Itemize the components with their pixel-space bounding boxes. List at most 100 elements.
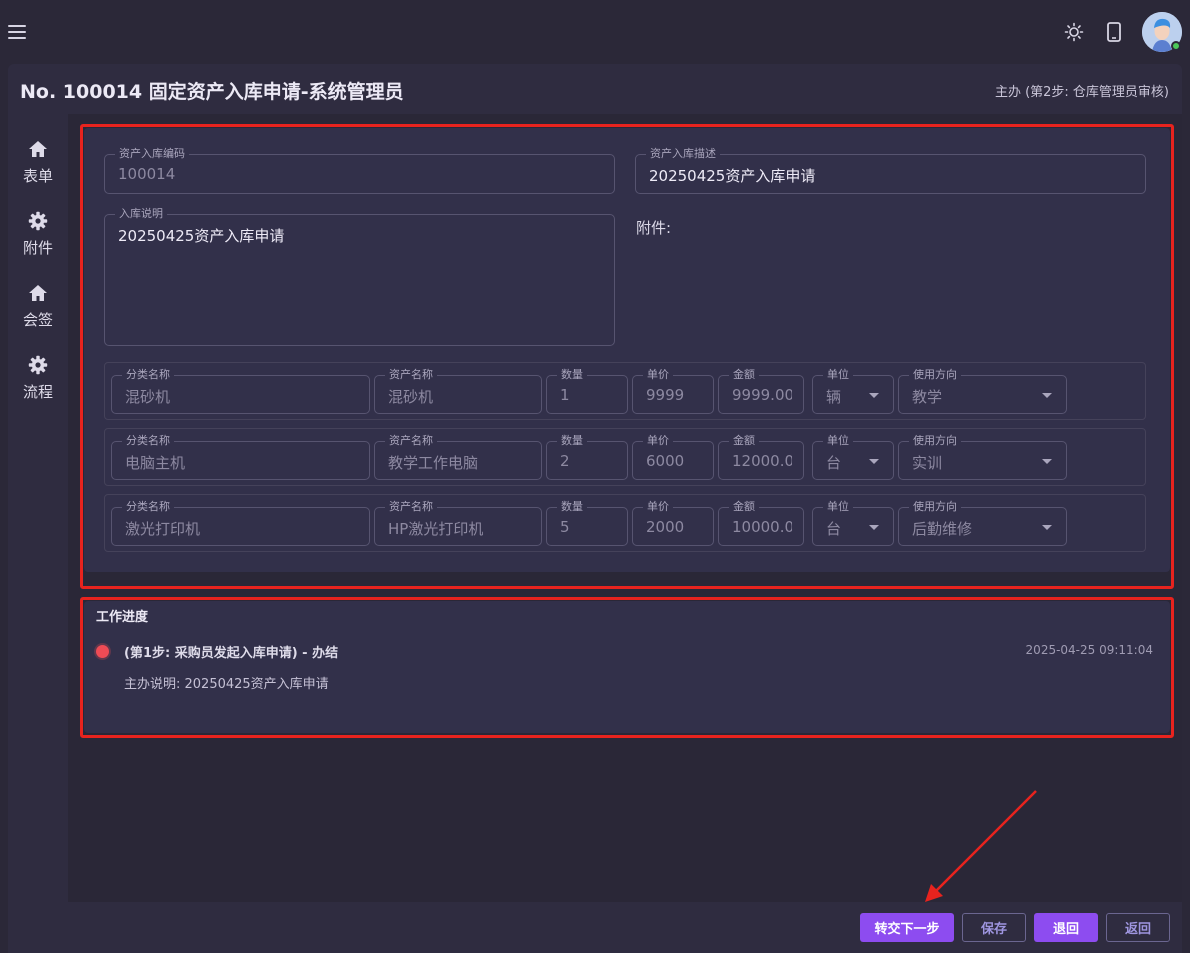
unit-select[interactable]: 单位 辆: [812, 368, 894, 414]
field-label: 资产名称: [385, 500, 437, 514]
field-label: 资产入库编码: [115, 147, 189, 161]
chevron-down-icon: [1042, 459, 1052, 464]
back-button[interactable]: 返回: [1106, 913, 1170, 942]
usage-select[interactable]: 使用方向 实训: [898, 434, 1067, 480]
chevron-down-icon: [1042, 525, 1052, 530]
field-value: 6000: [646, 452, 685, 470]
sun-icon[interactable]: [1062, 20, 1086, 44]
field-label: 分类名称: [122, 434, 174, 448]
field-value: 混砂机: [388, 388, 434, 406]
field-value: 12000.00: [732, 452, 792, 470]
asset-name-field[interactable]: 资产名称 混砂机: [374, 368, 542, 414]
field-value: 混砂机: [125, 388, 171, 406]
top-bar: [0, 0, 1190, 64]
field-value: 2000: [646, 518, 685, 536]
attachment-label: 附件:: [636, 219, 672, 237]
field-label: 数量: [557, 434, 587, 448]
field-label: 使用方向: [909, 368, 961, 382]
field-label: 金额: [729, 434, 759, 448]
field-value: 辆: [826, 388, 842, 406]
field-label: 单位: [823, 500, 853, 514]
category-field[interactable]: 分类名称 混砂机: [111, 368, 370, 414]
field-label: 金额: [729, 500, 759, 514]
amount-field[interactable]: 金额 10000.00: [718, 500, 804, 546]
field-value: 2: [560, 452, 570, 470]
field-value: 20250425资产入库申请: [649, 167, 816, 185]
field-label: 使用方向: [909, 500, 961, 514]
gear-icon: [14, 355, 62, 377]
asset-code-field[interactable]: 资产入库编码 100014: [104, 147, 615, 194]
field-value: 20250425资产入库申请: [118, 227, 285, 245]
field-label: 单位: [823, 368, 853, 382]
step-note: 主办说明: 20250425资产入库申请: [124, 677, 329, 692]
chevron-down-icon: [869, 459, 879, 464]
work-progress-panel: [84, 601, 1170, 733]
usage-select[interactable]: 使用方向 后勤维修: [898, 500, 1067, 546]
chevron-down-icon: [869, 525, 879, 530]
field-label: 资产入库描述: [646, 147, 720, 161]
work-progress-title: 工作进度: [96, 610, 149, 625]
step-status-dot: [96, 645, 109, 658]
quantity-field[interactable]: 数量 1: [546, 368, 628, 414]
category-field[interactable]: 分类名称 电脑主机: [111, 434, 370, 480]
status-text: 主办 (第2步: 仓库管理员审核): [994, 85, 1169, 100]
mobile-device-icon[interactable]: [1102, 20, 1126, 44]
step-title: (第1步: 采购员发起入库申请) - 办结: [124, 646, 339, 661]
sidebar-item-label: 表单: [22, 167, 53, 185]
field-value: 实训: [912, 454, 943, 472]
sidebar-item-label: 会签: [22, 311, 53, 329]
sidebar-item-label: 流程: [22, 383, 53, 401]
field-label: 单价: [643, 368, 673, 382]
asset-name-field[interactable]: 资产名称 HP激光打印机: [374, 500, 542, 546]
quantity-field[interactable]: 数量 2: [546, 434, 628, 480]
unit-price-field[interactable]: 单价 6000: [632, 434, 714, 480]
chevron-down-icon: [1042, 393, 1052, 398]
unit-select[interactable]: 单位 台: [812, 434, 894, 480]
field-label: 资产名称: [385, 434, 437, 448]
category-field[interactable]: 分类名称 激光打印机: [111, 500, 370, 546]
quantity-field[interactable]: 数量 5: [546, 500, 628, 546]
field-label: 分类名称: [122, 500, 174, 514]
field-label: 单价: [643, 434, 673, 448]
save-button[interactable]: 保存: [962, 913, 1026, 942]
field-value: 台: [826, 520, 842, 538]
field-label: 数量: [557, 500, 587, 514]
field-label: 入库说明: [115, 207, 167, 221]
field-value: 教学工作电脑: [388, 454, 479, 472]
field-label: 资产名称: [385, 368, 437, 382]
usage-select[interactable]: 使用方向 教学: [898, 368, 1067, 414]
field-label: 单位: [823, 434, 853, 448]
field-value: 1: [560, 386, 570, 404]
hamburger-menu-icon[interactable]: [8, 24, 26, 40]
unit-price-field[interactable]: 单价 2000: [632, 500, 714, 546]
field-value: 10000.00: [732, 518, 792, 536]
reject-button[interactable]: 退回: [1034, 913, 1098, 942]
field-label: 金额: [729, 368, 759, 382]
page-title: No. 100014 固定资产入库申请-系统管理员: [20, 81, 404, 103]
field-value: 激光打印机: [125, 520, 201, 538]
field-label: 单价: [643, 500, 673, 514]
forward-next-step-button[interactable]: 转交下一步: [860, 913, 954, 942]
field-label: 使用方向: [909, 434, 961, 448]
field-value: 台: [826, 454, 842, 472]
field-value: HP激光打印机: [388, 520, 484, 538]
sidebar-item-attachments[interactable]: 附件: [14, 211, 62, 258]
sidebar-item-label: 附件: [22, 239, 53, 257]
step-timestamp: 2025-04-25 09:11:04: [1025, 643, 1153, 657]
field-value: 教学: [912, 388, 943, 406]
sidebar-item-workflow[interactable]: 流程: [14, 355, 62, 402]
sidebar-item-countersign[interactable]: 会签: [14, 283, 62, 330]
unit-price-field[interactable]: 单价 9999: [632, 368, 714, 414]
storage-note-textarea[interactable]: 入库说明 20250425资产入库申请: [104, 207, 615, 346]
amount-field[interactable]: 金额 9999.00: [718, 368, 804, 414]
field-value: 100014: [118, 165, 176, 183]
amount-field[interactable]: 金额 12000.00: [718, 434, 804, 480]
asset-description-field[interactable]: 资产入库描述 20250425资产入库申请: [635, 147, 1146, 194]
sidebar-item-form[interactable]: 表单: [14, 139, 62, 186]
gear-icon: [14, 211, 62, 233]
field-value: 后勤维修: [912, 520, 973, 538]
field-value: 9999: [646, 386, 685, 404]
field-label: 数量: [557, 368, 587, 382]
unit-select[interactable]: 单位 台: [812, 500, 894, 546]
asset-name-field[interactable]: 资产名称 教学工作电脑: [374, 434, 542, 480]
